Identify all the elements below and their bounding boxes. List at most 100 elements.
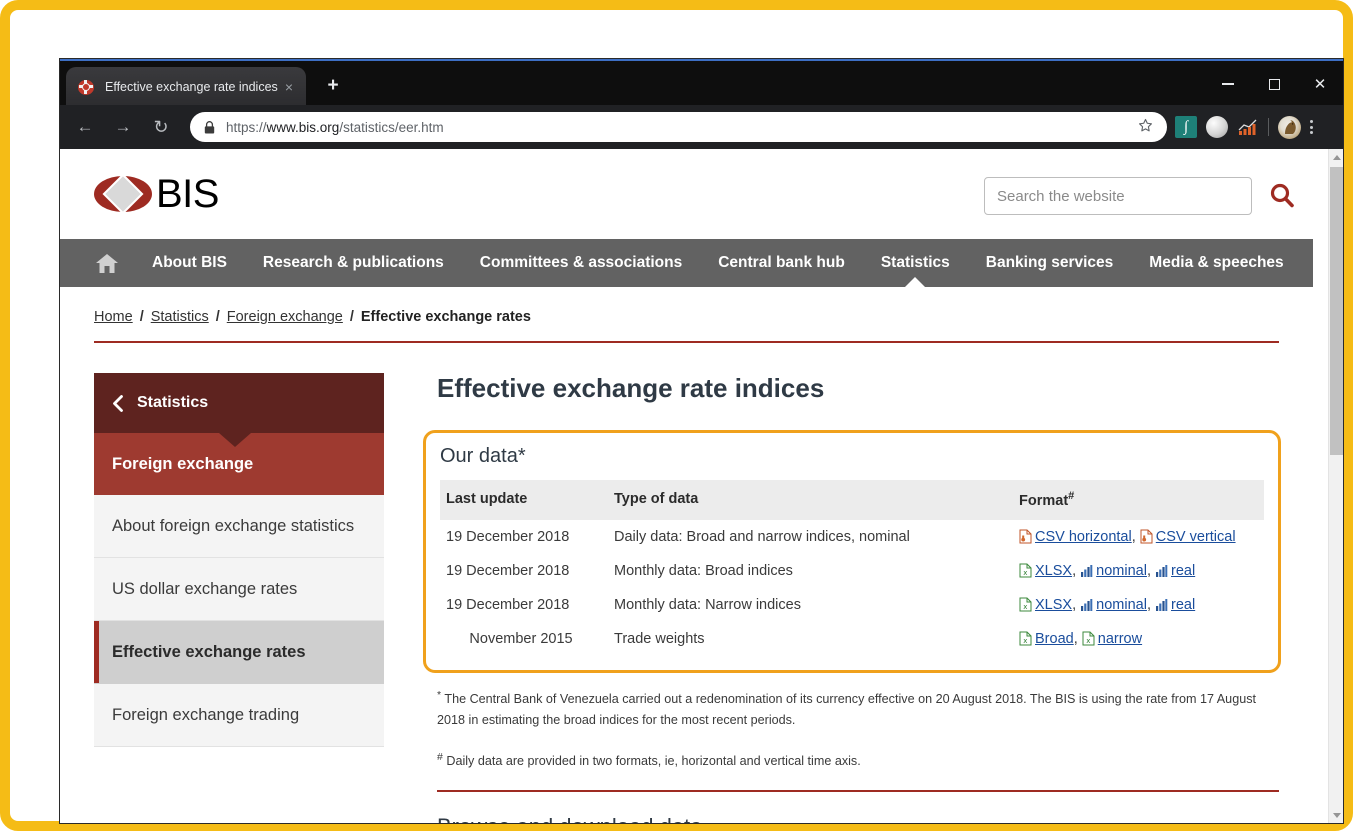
link-csv-vertical[interactable]: CSV vertical <box>1156 529 1236 545</box>
footnote-asterisk: * The Central Bank of Venezuela carried … <box>437 687 1279 731</box>
site-header: BIS <box>60 149 1328 239</box>
sidebar-header-label: Statistics <box>137 394 209 411</box>
breadcrumb-item-foreign-exchange[interactable]: Foreign exchange <box>227 309 343 325</box>
sidebar-item-about-foreign-exchange-statistics[interactable]: About foreign exchange statistics <box>94 495 384 558</box>
link-nominal[interactable]: nominal <box>1096 597 1147 613</box>
url-path: /statistics/eer.htm <box>339 119 444 135</box>
site-search <box>984 177 1298 215</box>
link-xlsx[interactable]: XLSX <box>1035 597 1072 613</box>
window-maximize-button[interactable] <box>1251 61 1297 107</box>
window-minimize-button[interactable] <box>1205 61 1251 107</box>
link-xlsx[interactable]: XLSX <box>1035 563 1072 579</box>
breadcrumb-item-statistics[interactable]: Statistics <box>151 309 209 325</box>
format-link-group: x XLSX, nominal, real <box>1019 563 1195 579</box>
bis-logo[interactable]: BIS <box>94 172 219 217</box>
breadcrumb-item-home[interactable]: Home <box>94 309 133 325</box>
format-footnote-marker: # <box>1068 490 1075 502</box>
link-nominal[interactable]: nominal <box>1096 563 1147 579</box>
cell-format: CSV horizontal, CSV vertical <box>1013 520 1264 554</box>
link-csv-horizontal[interactable]: CSV horizontal <box>1035 529 1132 545</box>
cell-format: x XLSX, nominal, real <box>1013 588 1264 622</box>
footnote-text: Daily data are provided in two formats, … <box>446 753 861 768</box>
sidebar-section-foreign-exchange[interactable]: Foreign exchange <box>94 433 384 509</box>
sidebar-item-label: US dollar exchange rates <box>112 579 298 598</box>
lock-icon <box>204 120 215 134</box>
browser-tab[interactable]: Effective exchange rate indices × <box>66 67 306 107</box>
tab-close-icon[interactable]: × <box>280 77 298 97</box>
sidebar-item-foreign-exchange-trading[interactable]: Foreign exchange trading <box>94 684 384 747</box>
search-icon[interactable] <box>1266 180 1298 212</box>
page-scrollbar[interactable] <box>1328 149 1343 823</box>
extension-chart-icon[interactable] <box>1237 116 1259 138</box>
browser-menu-icon[interactable] <box>1310 119 1313 136</box>
notch-top-decoration <box>219 433 251 447</box>
footnote-text: The Central Bank of Venezuela carried ou… <box>437 692 1256 727</box>
cell-type-of-data: Monthly data: Broad indices <box>614 562 793 579</box>
link-narrow[interactable]: narrow <box>1098 631 1142 647</box>
back-button[interactable]: ← <box>70 112 100 142</box>
footnote-hash: # Daily data are provided in two formats… <box>437 749 1279 772</box>
search-input[interactable] <box>984 177 1252 215</box>
column-header-format-label: Format <box>1019 492 1069 509</box>
sidebar-item-effective-exchange-rates[interactable]: Effective exchange rates <box>94 621 384 684</box>
format-link-group: x Broad, x narrow <box>1019 631 1142 647</box>
csv-file-icon <box>1140 529 1153 544</box>
address-bar[interactable]: https://www.bis.org/statistics/eer.htm <box>190 112 1167 142</box>
sidebar: Statistics Foreign exchange About foreig… <box>94 373 384 823</box>
bookmark-star-icon[interactable] <box>1138 118 1153 136</box>
new-tab-button[interactable]: + <box>318 72 348 100</box>
column-header-last-update: Last update <box>440 480 608 520</box>
nav-item-about-bis[interactable]: About BIS <box>152 239 227 287</box>
page-viewport: BIS Search the website About BIS Researc… <box>60 149 1343 823</box>
chart-icon <box>1080 563 1093 578</box>
extension-s-icon[interactable]: ∫ <box>1175 116 1197 138</box>
column-header-format: Format# <box>1013 480 1264 520</box>
nav-item-committees-associations[interactable]: Committees & associations <box>480 239 682 287</box>
table-header-row: Last update Type of data Format# <box>440 480 1264 520</box>
svg-text:x: x <box>1023 569 1027 577</box>
home-icon[interactable] <box>94 251 120 275</box>
breadcrumb-current: Effective exchange rates <box>360 309 531 325</box>
xlsx-file-icon: x <box>1019 631 1032 646</box>
sidebar-item-label: Foreign exchange trading <box>112 705 300 724</box>
csv-file-icon <box>1019 529 1032 544</box>
our-data-highlight-box: Our data* Last update Type of data Forma… <box>423 430 1281 673</box>
main-navigation: About BIS Research & publications Commit… <box>60 239 1313 287</box>
format-link-group: x XLSX, nominal, real <box>1019 597 1195 613</box>
sidebar-item-us-dollar-exchange-rates[interactable]: US dollar exchange rates <box>94 558 384 621</box>
nav-item-research-publications[interactable]: Research & publications <box>263 239 444 287</box>
format-separator: , <box>1072 562 1081 579</box>
table-row: 19 December 2018 Daily data: Broad and n… <box>440 520 1264 554</box>
svg-text:x: x <box>1023 603 1027 611</box>
link-real[interactable]: real <box>1171 597 1195 613</box>
nav-item-media-speeches[interactable]: Media & speeches <box>1149 239 1283 287</box>
address-bar-url: https://www.bis.org/statistics/eer.htm <box>226 120 444 135</box>
chart-icon <box>1155 563 1168 578</box>
link-real[interactable]: real <box>1171 563 1195 579</box>
link-broad[interactable]: Broad <box>1035 631 1074 647</box>
scrollbar-thumb[interactable] <box>1330 167 1343 455</box>
nav-item-banking-services[interactable]: Banking services <box>986 239 1114 287</box>
browse-and-download-title: Browse and download data <box>437 814 1279 824</box>
screenshot-highlight-frame: Effective exchange rate indices × + ✕ ← … <box>0 0 1353 831</box>
scroll-up-arrow-icon[interactable] <box>1329 149 1343 165</box>
forward-button[interactable]: → <box>108 112 138 142</box>
extension-circle-icon[interactable] <box>1206 116 1228 138</box>
table-row: November 2015 Trade weights x Broad, x nar… <box>440 622 1264 656</box>
profile-avatar-icon[interactable] <box>1278 115 1301 139</box>
section-divider <box>437 789 1279 792</box>
nav-item-statistics[interactable]: Statistics <box>881 239 950 287</box>
window-close-button[interactable]: ✕ <box>1297 61 1343 107</box>
bis-website-page: BIS Search the website About BIS Researc… <box>60 149 1328 823</box>
cell-type-of-data: Trade weights <box>614 630 705 647</box>
cell-last-update: 19 December 2018 <box>446 562 570 579</box>
xlsx-file-icon: x <box>1019 597 1032 612</box>
browser-titlebar: Effective exchange rate indices × + ✕ <box>60 59 1343 107</box>
bis-logo-icon <box>78 79 95 96</box>
reload-button[interactable]: ↻ <box>146 112 176 142</box>
scroll-down-arrow-icon[interactable] <box>1329 807 1343 823</box>
breadcrumb: Home / Statistics / Foreign exchange / E… <box>94 309 1279 343</box>
nav-item-central-bank-hub[interactable]: Central bank hub <box>718 239 845 287</box>
sidebar-header-statistics[interactable]: Statistics <box>94 373 384 433</box>
footnote-marker: * <box>437 688 442 701</box>
